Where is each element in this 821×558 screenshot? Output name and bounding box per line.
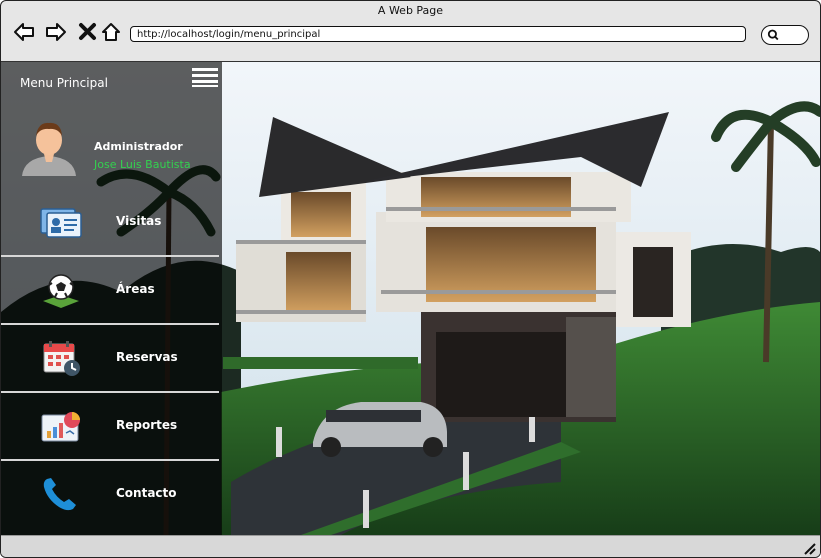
window-title: A Web Page <box>377 4 444 17</box>
menu-title: Menu Principal <box>20 76 108 90</box>
sidebar-item-label: Áreas <box>116 282 155 296</box>
report-chart-icon <box>41 412 80 442</box>
user-name: Jose Luis Bautista <box>94 158 191 171</box>
search-icon <box>767 29 779 41</box>
status-bar <box>1 535 820 557</box>
sidebar-item-reservas[interactable]: Reservas <box>1 325 219 393</box>
search-button[interactable] <box>761 25 809 45</box>
calendar-clock-icon <box>43 341 80 376</box>
resize-grip-icon[interactable] <box>802 541 816 555</box>
avatar <box>22 122 76 176</box>
user-role: Administrador <box>94 140 183 153</box>
sidebar-item-areas[interactable]: Áreas <box>1 257 219 325</box>
soccer-ball-icon <box>43 274 79 308</box>
sidebar-menu: Menu Principal Administrador Jose Luis B… <box>1 62 222 535</box>
id-card-icon <box>40 208 82 238</box>
address-bar[interactable]: http://localhost/login/menu_principal <box>130 26 746 42</box>
sidebar-item-label: Reservas <box>116 350 178 364</box>
page-content: Menu Principal Administrador Jose Luis B… <box>1 61 820 535</box>
sidebar-item-contacto[interactable]: Contacto <box>1 461 219 527</box>
phone-icon <box>43 478 76 511</box>
sidebar-item-label: Reportes <box>116 418 178 432</box>
sidebar-item-visitas[interactable]: Visitas <box>1 189 219 257</box>
sidebar-item-label: Contacto <box>116 486 177 500</box>
browser-window: A Web Page http://localhost/login/menu_p… <box>0 0 821 558</box>
sidebar-item-label: Visitas <box>116 214 162 228</box>
back-arrow-icon[interactable] <box>13 21 35 43</box>
close-icon[interactable] <box>77 21 99 43</box>
sidebar-item-reportes[interactable]: Reportes <box>1 393 219 461</box>
hamburger-menu-icon[interactable] <box>192 66 218 88</box>
user-profile: Administrador Jose Luis Bautista <box>1 110 222 190</box>
home-icon[interactable] <box>100 21 122 43</box>
forward-arrow-icon[interactable] <box>45 21 67 43</box>
